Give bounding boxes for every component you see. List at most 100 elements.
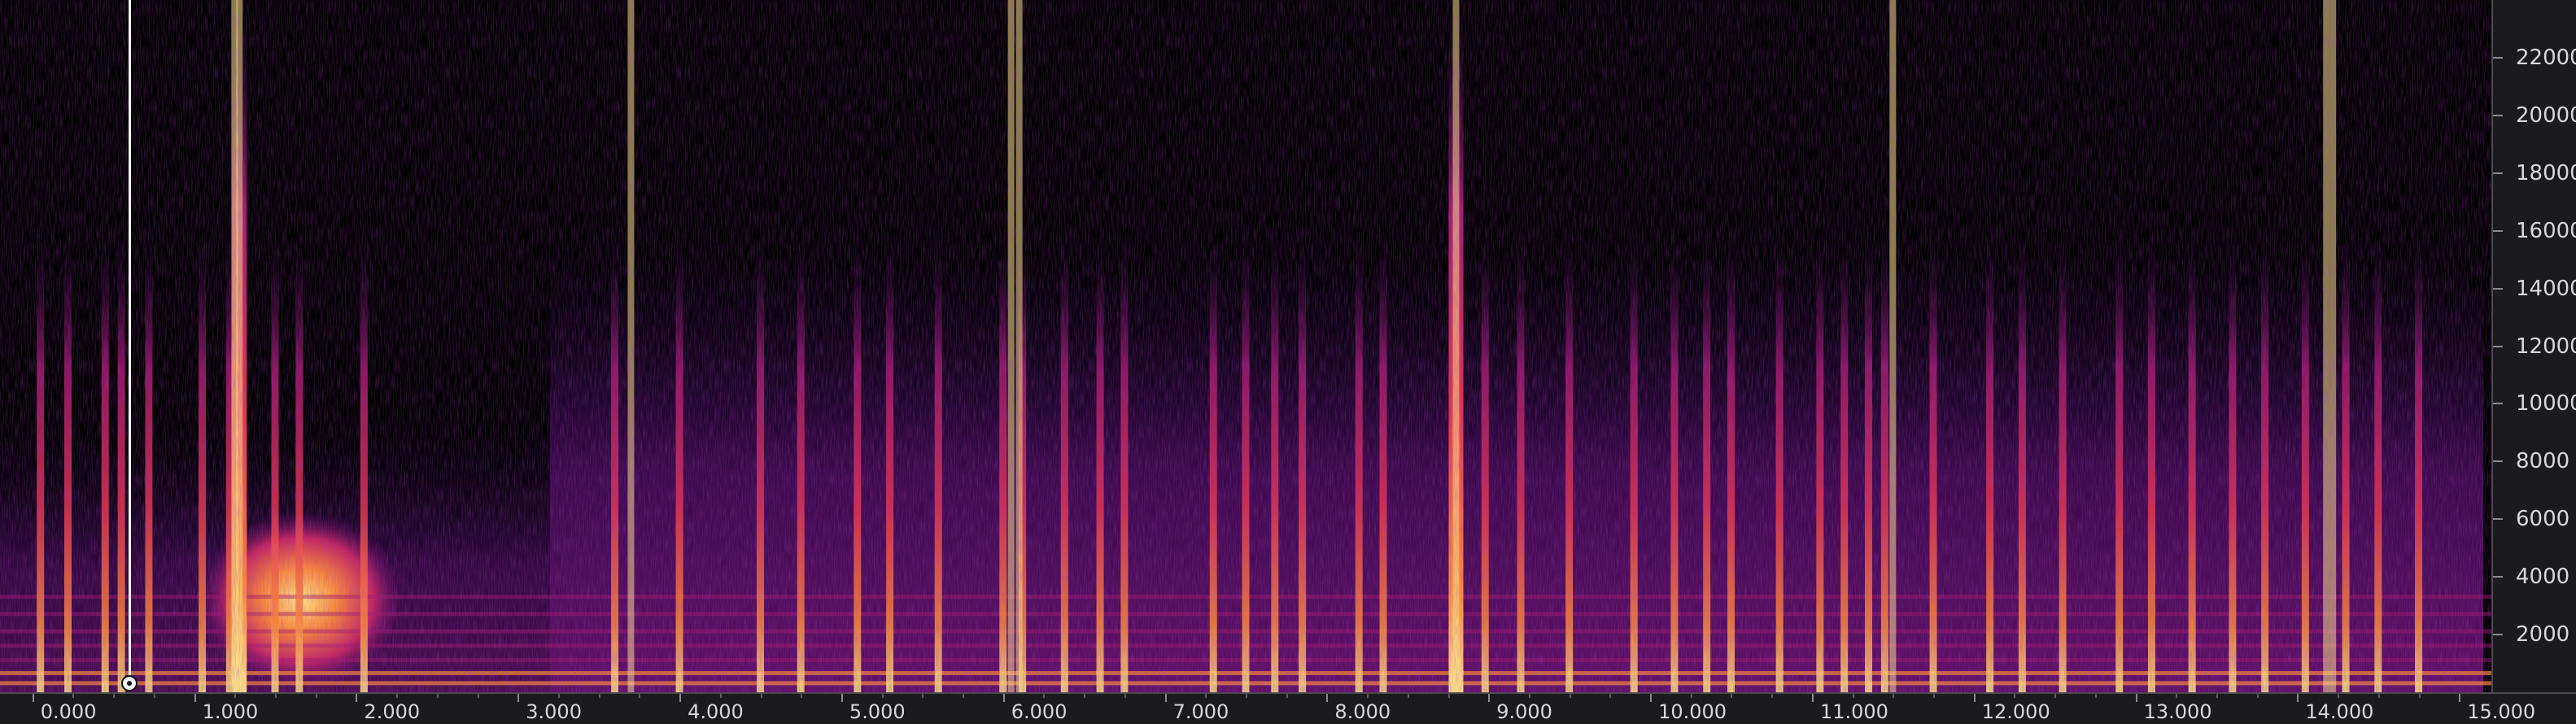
time-minor-tick: [963, 694, 965, 698]
time-tick-label: 15.000: [2467, 700, 2536, 723]
time-minor-tick: [2256, 694, 2259, 698]
frequency-tick: [2493, 460, 2503, 463]
frequency-tick-label: 2000: [2516, 622, 2570, 648]
frequency-tick-label: 12000: [2516, 334, 2576, 359]
time-minor-tick: [113, 694, 116, 698]
time-tick: [1488, 694, 1491, 702]
time-minor-tick: [2014, 694, 2016, 698]
time-tick: [1650, 694, 1653, 702]
time-minor-tick: [639, 694, 641, 698]
time-minor-tick: [72, 694, 75, 698]
time-minor-tick: [477, 694, 479, 698]
time-minor-tick: [1771, 694, 1774, 698]
time-tick: [1811, 694, 1814, 702]
time-minor-tick: [1690, 694, 1692, 698]
time-minor-tick: [1124, 694, 1126, 698]
frequency-tick-label: 4000: [2516, 565, 2570, 590]
time-minor-tick: [436, 694, 439, 698]
time-minor-tick: [1367, 694, 1369, 698]
time-tick-label: 14.000: [2305, 700, 2374, 723]
time-tick-label: 6.000: [1011, 700, 1068, 723]
time-tick: [1164, 694, 1167, 702]
time-tick: [356, 694, 358, 702]
time-tick: [2135, 694, 2137, 702]
playhead-handle[interactable]: [121, 675, 138, 691]
frequency-tick-label: 22000: [2516, 45, 2576, 70]
time-minor-tick: [2338, 694, 2340, 698]
time-minor-tick: [1205, 694, 1207, 698]
frequency-tick: [2493, 576, 2503, 578]
time-minor-tick: [1852, 694, 1854, 698]
time-minor-tick: [760, 694, 762, 698]
time-minor-tick: [1893, 694, 1895, 698]
time-axis[interactable]: 0.000 1.000 2.000 3.000 4.000 5.000 6.000 7.000…: [0, 692, 2576, 724]
time-minor-tick: [1731, 694, 1733, 698]
time-minor-tick: [2418, 694, 2421, 698]
time-tick-label: 11.000: [1819, 700, 1888, 723]
time-tick-label: 0.000: [40, 700, 97, 723]
time-minor-tick: [922, 694, 924, 698]
time-tick: [194, 694, 196, 702]
time-minor-tick: [557, 694, 560, 698]
time-tick-label: 9.000: [1496, 700, 1552, 723]
time-minor-tick: [1043, 694, 1046, 698]
time-tick: [2459, 694, 2461, 702]
time-minor-tick: [1933, 694, 1936, 698]
time-tick-label: 12.000: [1981, 700, 2050, 723]
frequency-tick: [2493, 56, 2503, 59]
time-minor-tick: [234, 694, 237, 698]
frequency-tick-label: 18000: [2516, 160, 2576, 185]
spectrogram-view[interactable]: [0, 0, 2491, 692]
time-tick-label: 8.000: [1334, 700, 1391, 723]
time-minor-tick: [719, 694, 722, 698]
time-minor-tick: [1528, 694, 1530, 698]
time-tick-label: 7.000: [1172, 700, 1229, 723]
time-minor-tick: [2216, 694, 2218, 698]
time-minor-tick: [801, 694, 803, 698]
frequency-tick: [2493, 172, 2503, 174]
time-tick: [2297, 694, 2299, 702]
time-minor-tick: [1407, 694, 1409, 698]
time-minor-tick: [2176, 694, 2178, 698]
time-tick-label: 1.000: [202, 700, 259, 723]
time-minor-tick: [2054, 694, 2057, 698]
frequency-tick: [2493, 403, 2503, 405]
time-minor-tick: [598, 694, 600, 698]
time-tick: [32, 694, 34, 702]
frequency-axis: 22000 20000 18000 16000 14000 12000 10000 8000 6…: [2491, 0, 2576, 692]
time-minor-tick: [1609, 694, 1612, 698]
time-tick: [679, 694, 682, 702]
time-minor-tick: [1084, 694, 1086, 698]
time-tick-label: 13.000: [2143, 700, 2212, 723]
spectrogram-canvas: [0, 0, 2491, 692]
frequency-tick-label: 14000: [2516, 276, 2576, 301]
time-minor-tick: [1569, 694, 1571, 698]
frequency-tick: [2493, 518, 2503, 521]
time-minor-tick: [275, 694, 277, 698]
time-tick: [840, 694, 843, 702]
frequency-tick-label: 20000: [2516, 102, 2576, 128]
time-tick-label: 4.000: [688, 700, 744, 723]
spectrogram-noise-texture: [0, 0, 2491, 692]
frequency-tick: [2493, 634, 2503, 636]
frequency-tick: [2493, 229, 2503, 232]
time-minor-tick: [1286, 694, 1288, 698]
time-minor-tick: [2094, 694, 2097, 698]
time-minor-tick: [881, 694, 884, 698]
time-minor-tick: [1246, 694, 1247, 698]
frequency-tick-label: 8000: [2516, 449, 2570, 474]
time-minor-tick: [315, 694, 317, 698]
frequency-tick: [2493, 287, 2503, 290]
time-tick: [517, 694, 520, 702]
time-tick-label: 10.000: [1658, 700, 1727, 723]
time-minor-tick: [153, 694, 155, 698]
time-tick-label: 5.000: [849, 700, 906, 723]
playhead-line[interactable]: [129, 0, 132, 691]
time-tick-label: 2.000: [364, 700, 421, 723]
frequency-tick-label: 16000: [2516, 218, 2576, 243]
time-tick: [1973, 694, 1976, 702]
frequency-tick: [2493, 114, 2503, 116]
time-tick-label: 3.000: [526, 700, 582, 723]
time-minor-tick: [1447, 694, 1450, 698]
time-tick: [1002, 694, 1005, 702]
